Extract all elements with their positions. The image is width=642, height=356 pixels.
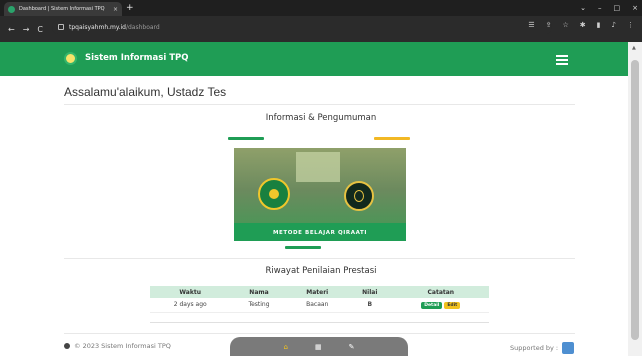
window-controls: ⌄ – □ ×	[580, 2, 638, 14]
school-emblem-icon	[258, 178, 290, 210]
share-icon[interactable]: ⇪	[546, 21, 552, 29]
cell-nilai: B	[346, 298, 393, 313]
col-nama-header: Nama	[230, 286, 288, 298]
carousel-indicator[interactable]	[285, 246, 321, 249]
copyright-circle-icon	[64, 343, 70, 349]
url-path: /dashboard	[125, 23, 160, 31]
carousel-accent-yellow	[374, 137, 410, 140]
page-title: Assalamu'alaikum, Ustadz Tes	[64, 85, 227, 99]
scroll-up-arrow-icon[interactable]: ▲	[632, 45, 636, 51]
col-catatan-header: Catatan	[392, 286, 489, 298]
tab-search-button[interactable]: ⌄	[580, 2, 586, 14]
translate-icon[interactable]: ☰	[528, 21, 534, 29]
browser-tab[interactable]: Dashboard | Sistem Informasi TPQ ×	[4, 2, 122, 16]
new-tab-button[interactable]: +	[126, 2, 134, 14]
supported-by-label: Supported by :	[510, 344, 559, 352]
minimize-button[interactable]: –	[598, 2, 602, 14]
cell-materi: Bacaan	[287, 298, 347, 313]
address-bar-row: ← → C tpqaisyahmh.my.id/dashboard ☰ ⇪ ☆ …	[0, 16, 642, 42]
col-nilai-header: Nilai	[346, 286, 393, 298]
quran-emblem-icon	[344, 181, 374, 211]
footer-supported-by: Supported by :	[510, 342, 575, 354]
app-header: Sistem Informasi TPQ	[0, 42, 628, 76]
url-host: tpqaisyahmh.my.id	[69, 23, 126, 31]
edit-button[interactable]: Edit	[444, 301, 461, 309]
window-close-button[interactable]: ×	[632, 2, 638, 14]
banner-caption: METODE BELAJAR QIRAATI	[272, 230, 368, 236]
home-icon[interactable]: ⌂	[284, 343, 288, 351]
cell-nama: Testing	[230, 298, 288, 313]
url-input[interactable]: tpqaisyahmh.my.id/dashboard	[52, 20, 552, 34]
carousel-accent-green	[228, 137, 264, 140]
divider	[64, 104, 575, 105]
riwayat-table: Waktu Nama Materi Nilai Catatan 2 days a…	[150, 286, 489, 323]
side-panel-icon[interactable]: ▮	[597, 21, 601, 29]
bottom-navigation: ⌂ ▦ ✎	[230, 337, 408, 356]
browser-menu-icon[interactable]: ⋮	[627, 21, 634, 29]
table-spacer-row	[150, 312, 489, 323]
table-header-row: Waktu Nama Materi Nilai Catatan	[150, 286, 489, 298]
info-section-title: Informasi & Pengumuman	[265, 113, 377, 123]
divider	[64, 333, 575, 334]
banner-background	[296, 152, 340, 182]
edit-icon[interactable]: ✎	[349, 343, 355, 351]
forward-button[interactable]: →	[23, 25, 30, 34]
bookmark-star-icon[interactable]: ☆	[563, 21, 569, 29]
page-scrollbar[interactable]: ▲	[628, 42, 642, 356]
maximize-button[interactable]: □	[614, 2, 621, 14]
footer-copyright: © 2023 Sistem Informasi TPQ	[64, 342, 171, 350]
col-waktu-header: Waktu	[150, 286, 231, 298]
hamburger-icon[interactable]	[556, 55, 568, 65]
riwayat-section-title: Riwayat Penilaian Prestasi	[265, 266, 377, 276]
brand-logo-icon[interactable]	[64, 52, 77, 65]
brand-name[interactable]: Sistem Informasi TPQ	[85, 53, 188, 63]
cell-waktu: 2 days ago	[150, 298, 231, 313]
tab-favicon-icon	[8, 5, 15, 13]
announcement-banner[interactable]: METODE BELAJAR QIRAATI	[234, 148, 406, 241]
scroll-thumb[interactable]	[631, 60, 639, 340]
tab-close-button[interactable]: ×	[113, 6, 118, 13]
dashboard-icon[interactable]: ▦	[315, 343, 322, 351]
sponsor-logo-icon[interactable]	[562, 342, 575, 354]
copyright-text: © 2023 Sistem Informasi TPQ	[74, 342, 171, 350]
tab-title: Dashboard | Sistem Informasi TPQ	[19, 6, 105, 12]
extension-toolbar: ☰ ⇪ ☆ ✱ ▮ ♪ ⋮	[528, 21, 634, 29]
back-button[interactable]: ←	[8, 25, 15, 34]
detail-button[interactable]: Detail	[421, 301, 443, 309]
cell-catatan: Detail Edit	[392, 298, 489, 313]
media-icon[interactable]: ♪	[612, 21, 616, 29]
lock-icon	[58, 24, 64, 30]
reload-button[interactable]: C	[37, 25, 43, 34]
browser-tab-strip: Dashboard | Sistem Informasi TPQ × + ⌄ –…	[0, 0, 642, 16]
divider	[64, 258, 575, 259]
col-materi-header: Materi	[287, 286, 347, 298]
extensions-icon[interactable]: ✱	[580, 21, 586, 29]
table-row: 2 days ago Testing Bacaan B Detail Edit	[150, 298, 489, 313]
